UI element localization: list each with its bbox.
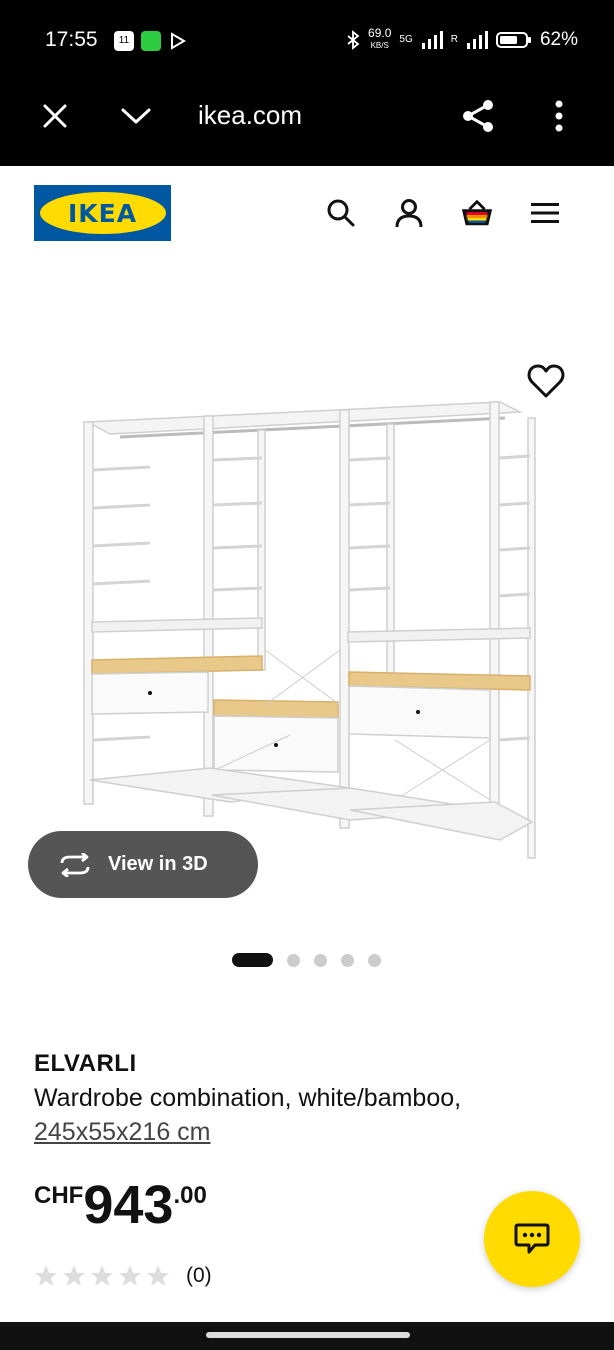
network-speed-unit: KB/S [370,41,389,50]
product-dimensions-link[interactable]: 245x55x216 cm [34,1118,211,1147]
carousel-dot-5[interactable] [368,953,381,967]
signal-icon [421,30,443,49]
minimize-button[interactable] [118,98,154,134]
chat-bubble-icon [514,1223,550,1254]
network-speed: 69.0 KB/S [368,26,392,51]
shopping-basket-icon [461,200,493,226]
status-time: 17:55 [45,28,98,51]
star-icon [63,1265,85,1286]
star-icon [147,1265,169,1286]
network-type: 5G [399,34,413,45]
review-count: (0) [186,1264,212,1287]
star-icon [119,1265,141,1286]
menu-button[interactable] [528,196,562,230]
close-tab-button[interactable] [37,98,73,134]
battery-icon [495,31,531,48]
heart-icon[interactable] [526,362,566,400]
home-indicator[interactable] [206,1332,410,1338]
url-label[interactable]: ikea.com [198,100,302,131]
app-notification-icon [141,31,161,51]
price-decimal: .00 [173,1182,207,1209]
search-button[interactable] [324,196,358,230]
browser-toolbar: ikea.com [0,80,614,166]
more-options-button[interactable] [541,98,577,134]
more-vertical-icon [555,100,563,132]
share-icon [463,100,493,132]
close-icon [43,104,67,128]
signal-icon-2 [466,30,488,49]
hamburger-menu-icon [531,203,559,223]
roaming-indicator: R [450,34,458,45]
search-icon [327,199,355,227]
chat-button[interactable] [484,1191,580,1287]
battery-level: 62% [539,28,578,50]
logo-text: IKEA [67,198,138,228]
site-header: IKEA [0,166,614,266]
product-name: ELVARLI [34,1050,137,1077]
price-integer: 943 [83,1175,174,1235]
status-bar: 17:55 11 69.0 KB/S 5G R 62% [0,0,614,80]
rotate-3d-icon [60,852,90,877]
star-icon [35,1265,57,1286]
star-icon [91,1265,113,1286]
account-button[interactable] [392,196,426,230]
product-rating[interactable]: (0) [34,1264,212,1288]
carousel-pagination [232,953,381,967]
view-in-3d-button[interactable]: View in 3D [28,831,258,898]
product-description: Wardrobe combination, white/bamboo, [34,1084,462,1112]
play-store-icon [171,32,186,50]
system-navigation-bar [0,1322,614,1350]
user-icon [395,199,423,228]
carousel-dot-4[interactable] [341,953,354,967]
product-image[interactable] [0,340,614,900]
carousel-dot-2[interactable] [287,953,300,967]
notification-badge-icon: 11 [114,31,134,51]
bluetooth-icon [347,29,360,50]
chevron-down-icon [121,108,151,124]
share-button[interactable] [460,98,496,134]
carousel-dot-3[interactable] [314,953,327,967]
status-indicators: 69.0 KB/S 5G R 62% [346,26,578,51]
view-in-3d-label: View in 3D [108,853,208,875]
cart-button[interactable] [460,196,494,230]
product-price: CHF 943 .00 [34,1176,207,1234]
network-speed-value: 69.0 [368,26,392,40]
logo-ellipse: IKEA [39,192,166,234]
carousel-dot-1[interactable] [232,953,273,967]
ikea-logo[interactable]: IKEA [34,185,171,241]
price-currency: CHF [34,1182,84,1209]
